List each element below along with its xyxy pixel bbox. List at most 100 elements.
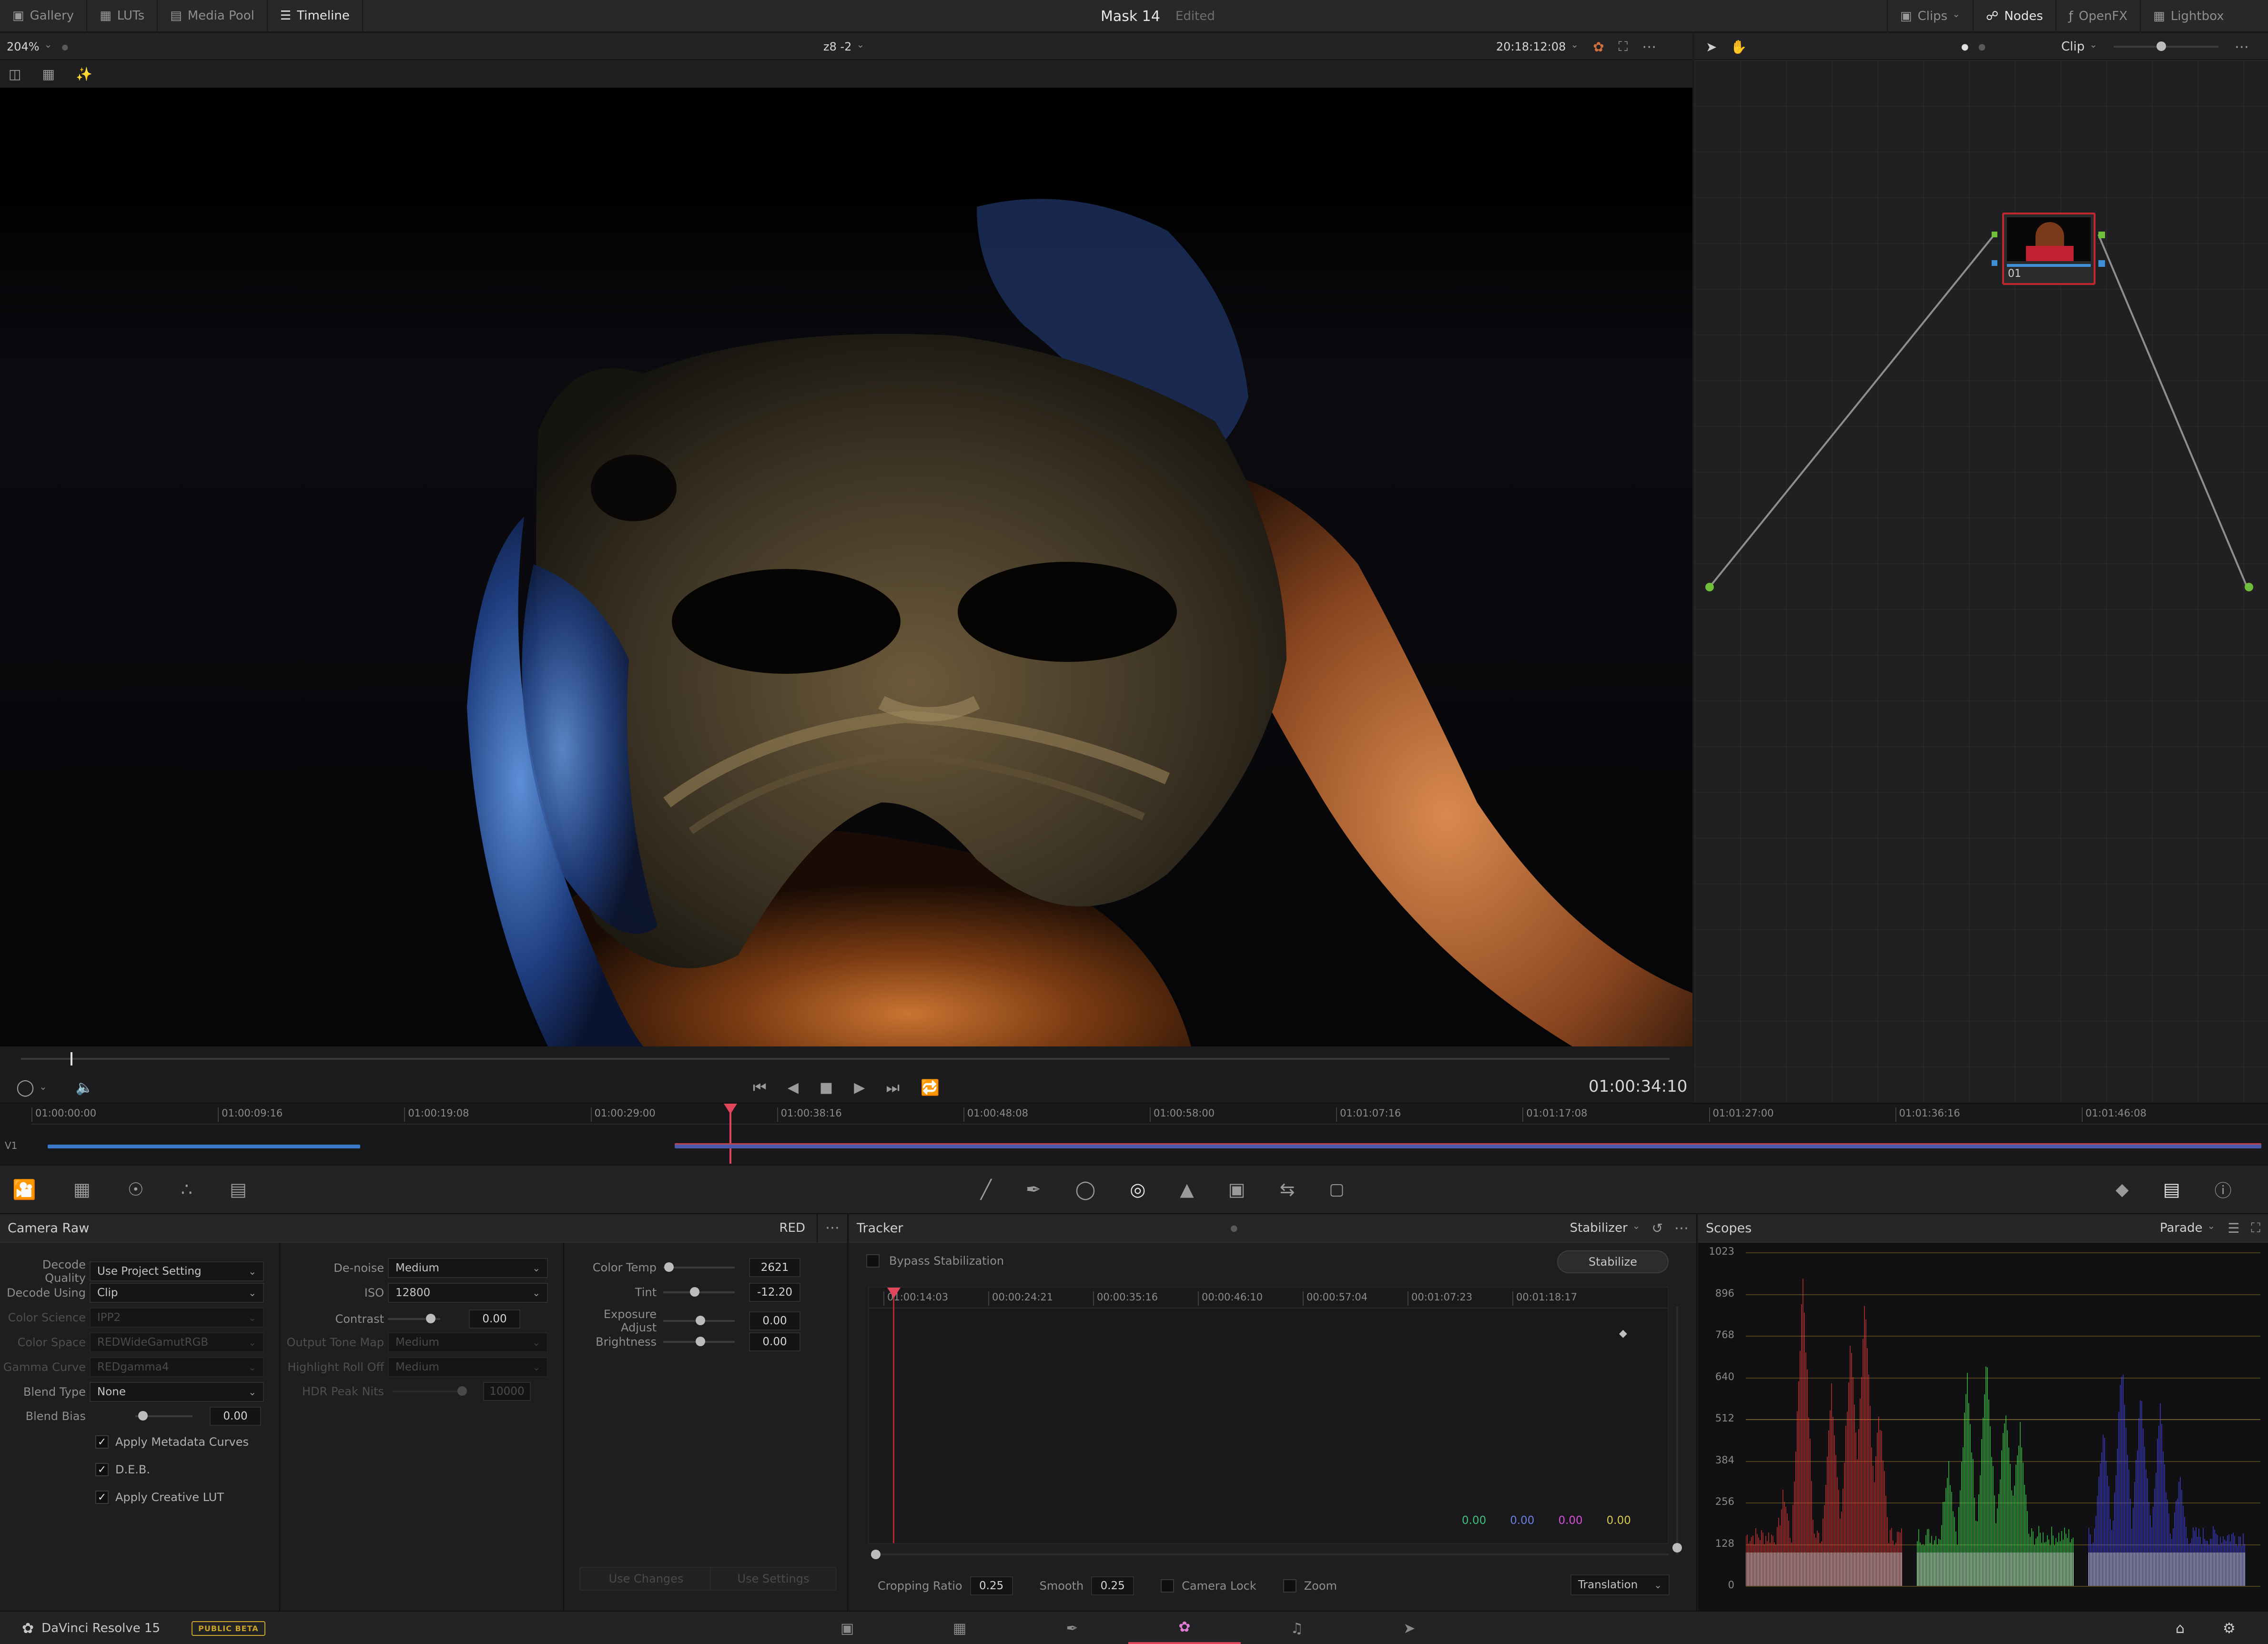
zoom-dropdown[interactable]: 204%	[7, 40, 52, 53]
window-icon[interactable]: ◯	[1075, 1179, 1096, 1200]
camera-lock-checkbox[interactable]	[1161, 1579, 1174, 1593]
smooth-input[interactable]: 0.25	[1091, 1576, 1134, 1595]
stabilize-button[interactable]: Stabilize	[1557, 1250, 1669, 1273]
reset-icon[interactable]: ↺	[1652, 1220, 1674, 1236]
apply-metadata-curves-checkbox[interactable]: ✓	[95, 1435, 109, 1449]
go-to-end-icon[interactable]: ⏭	[886, 1078, 900, 1097]
node-01[interactable]: 01	[2002, 213, 2096, 285]
color-page-button[interactable]: ✿	[1128, 1612, 1241, 1644]
tracker-icon[interactable]: ◎	[1130, 1179, 1145, 1200]
keyframes-icon[interactable]: ◆	[2116, 1180, 2129, 1199]
openfx-button[interactable]: ƒ OpenFX	[2056, 0, 2141, 32]
sizing-icon[interactable]: ⇆	[1280, 1179, 1295, 1200]
node-zoom-slider[interactable]	[2113, 41, 2218, 51]
key-icon[interactable]: ▣	[1228, 1179, 1245, 1200]
color-match-icon[interactable]: ▦	[73, 1179, 91, 1200]
node-alpha-output[interactable]	[2098, 260, 2105, 267]
node-rgb-output[interactable]	[2098, 232, 2105, 238]
color-picker-icon[interactable]: ✿	[1593, 39, 1604, 55]
media-pool-button[interactable]: ▤ Media Pool	[158, 0, 268, 32]
clip-bar[interactable]	[48, 1145, 360, 1148]
pointer-icon[interactable]: ➤	[1706, 39, 1717, 55]
fusion-page-button[interactable]: ✒	[1016, 1612, 1128, 1644]
clip-name-dropdown[interactable]: z8 -2	[823, 40, 864, 53]
fullscreen-icon[interactable]: ⛶	[1619, 39, 1628, 55]
color-wheels-icon[interactable]: ☉	[128, 1179, 144, 1200]
cropping-ratio-input[interactable]: 0.25	[970, 1576, 1013, 1595]
split-view-icon[interactable]: ▦	[42, 66, 54, 82]
magic-wand-icon[interactable]: ✨	[76, 66, 92, 82]
tracker-ruler[interactable]: 01:00:14:03 00:00:24:21 00:00:35:16 00:00:4…	[869, 1288, 1668, 1309]
single-view-icon[interactable]: ◫	[9, 66, 21, 82]
curves-icon[interactable]: ╱	[981, 1179, 992, 1200]
qualifier-icon[interactable]: ✒	[1026, 1179, 1041, 1200]
media-page-button[interactable]: ▣	[791, 1612, 903, 1644]
bypass-stabilization-checkbox[interactable]	[866, 1254, 880, 1268]
3d-icon[interactable]: ▢	[1329, 1180, 1344, 1199]
apply-metadata-curves-row[interactable]: ✓ Apply Metadata Curves	[95, 1435, 249, 1449]
apply-creative-lut-checkbox[interactable]: ✓	[95, 1491, 109, 1504]
brightness-input[interactable]: 0.00	[749, 1332, 800, 1351]
node-options-icon[interactable]: ⋯	[2235, 39, 2249, 55]
blur-icon[interactable]: ▲	[1180, 1179, 1194, 1200]
viewer-image[interactable]	[0, 88, 1692, 1046]
apply-creative-lut-row[interactable]: ✓ Apply Creative LUT	[95, 1491, 224, 1504]
deb-checkbox[interactable]: ✓	[95, 1463, 109, 1476]
scrub-bar[interactable]	[21, 1052, 1670, 1066]
zoom-checkbox[interactable]	[1283, 1579, 1296, 1593]
home-icon[interactable]: ⌂	[2176, 1620, 2185, 1637]
denoise-dropdown[interactable]: Medium ⌄	[388, 1258, 548, 1278]
timeline-playhead[interactable]	[723, 1104, 737, 1164]
contrast-slider[interactable]	[388, 1314, 440, 1323]
gallery-button[interactable]: ▣ Gallery	[0, 0, 88, 32]
contrast-input[interactable]: 0.00	[469, 1309, 520, 1329]
motion-effects-icon[interactable]: ▤	[230, 1179, 247, 1200]
stop-icon[interactable]: ■	[820, 1079, 833, 1096]
clip-bar-active[interactable]	[675, 1145, 2261, 1148]
exposure-adjust-slider[interactable]	[663, 1316, 735, 1325]
deliver-page-button[interactable]: ➤	[1353, 1612, 1466, 1644]
source-timecode-dropdown[interactable]: 20:18:12:08	[1496, 40, 1579, 53]
deb-row[interactable]: ✓ D.E.B.	[95, 1463, 150, 1476]
speaker-icon[interactable]: 🔈	[76, 1079, 93, 1096]
tracker-mode-dropdown[interactable]: Stabilizer	[1570, 1221, 1652, 1235]
scope-mode-dropdown[interactable]: Parade	[2160, 1221, 2228, 1235]
decode-using-dropdown[interactable]: Clip ⌄	[90, 1283, 264, 1303]
translation-dropdown[interactable]: Translation ⌄	[1570, 1574, 1670, 1595]
viewer-options-icon[interactable]: ⋯	[1642, 39, 1656, 55]
play-icon[interactable]: ▶	[854, 1079, 865, 1096]
use-settings-button[interactable]: Use Settings	[710, 1567, 837, 1591]
settings-gear-icon[interactable]: ⚙	[2223, 1620, 2236, 1637]
scrub-handle[interactable]	[70, 1052, 72, 1066]
tracker-hscroll[interactable]	[871, 1550, 1669, 1559]
tint-slider[interactable]	[663, 1287, 735, 1297]
tracker-playhead[interactable]	[887, 1288, 901, 1543]
clips-button[interactable]: ▣ Clips	[1887, 0, 1974, 32]
camera-raw-icon[interactable]: 🎦	[12, 1178, 36, 1201]
edit-page-button[interactable]: ▦	[903, 1612, 1016, 1644]
play-reverse-icon[interactable]: ◀	[788, 1079, 799, 1096]
color-temp-input[interactable]: 2621	[749, 1258, 800, 1277]
blend-bias-slider[interactable]	[135, 1411, 192, 1421]
node-rgb-input[interactable]	[1992, 232, 1997, 237]
mini-timeline[interactable]: 01:00:00:00 01:00:09:16 01:00:19:08 01:00:2…	[0, 1103, 2268, 1165]
tracker-options-icon[interactable]: ⋯	[1674, 1220, 1689, 1237]
node-mode-dropdown[interactable]: Clip	[2061, 40, 2097, 54]
color-temp-slider[interactable]	[663, 1262, 735, 1272]
node-input-port[interactable]	[1705, 583, 1714, 591]
keyframe-marker-icon[interactable]: ◆	[1619, 1328, 1627, 1340]
lightbox-button[interactable]: ▦ Lightbox	[2141, 0, 2236, 32]
scope-expand-icon[interactable]: ⛶	[2251, 1220, 2260, 1236]
timeline-ruler[interactable]: 01:00:00:00 01:00:09:16 01:00:19:08 01:00:2…	[31, 1104, 2268, 1125]
loop-icon[interactable]: 🔁	[921, 1078, 940, 1096]
fairlight-page-button[interactable]: ♫	[1241, 1612, 1353, 1644]
scope-settings-icon[interactable]: ☰	[2228, 1220, 2251, 1236]
go-to-start-icon[interactable]: ⏮	[753, 1078, 767, 1097]
tracker-graph[interactable]: 01:00:14:03 00:00:24:21 00:00:35:16 00:00:4…	[868, 1287, 1669, 1544]
node-output-port[interactable]	[2245, 583, 2253, 591]
rgb-mixer-icon[interactable]: ∴	[181, 1179, 192, 1200]
info-icon[interactable]: ⓘ	[2215, 1177, 2232, 1202]
tint-input[interactable]: -12.20	[749, 1283, 800, 1302]
node-alpha-input[interactable]	[1992, 260, 1997, 266]
nodes-button[interactable]: ☍ Nodes	[1974, 0, 2056, 32]
